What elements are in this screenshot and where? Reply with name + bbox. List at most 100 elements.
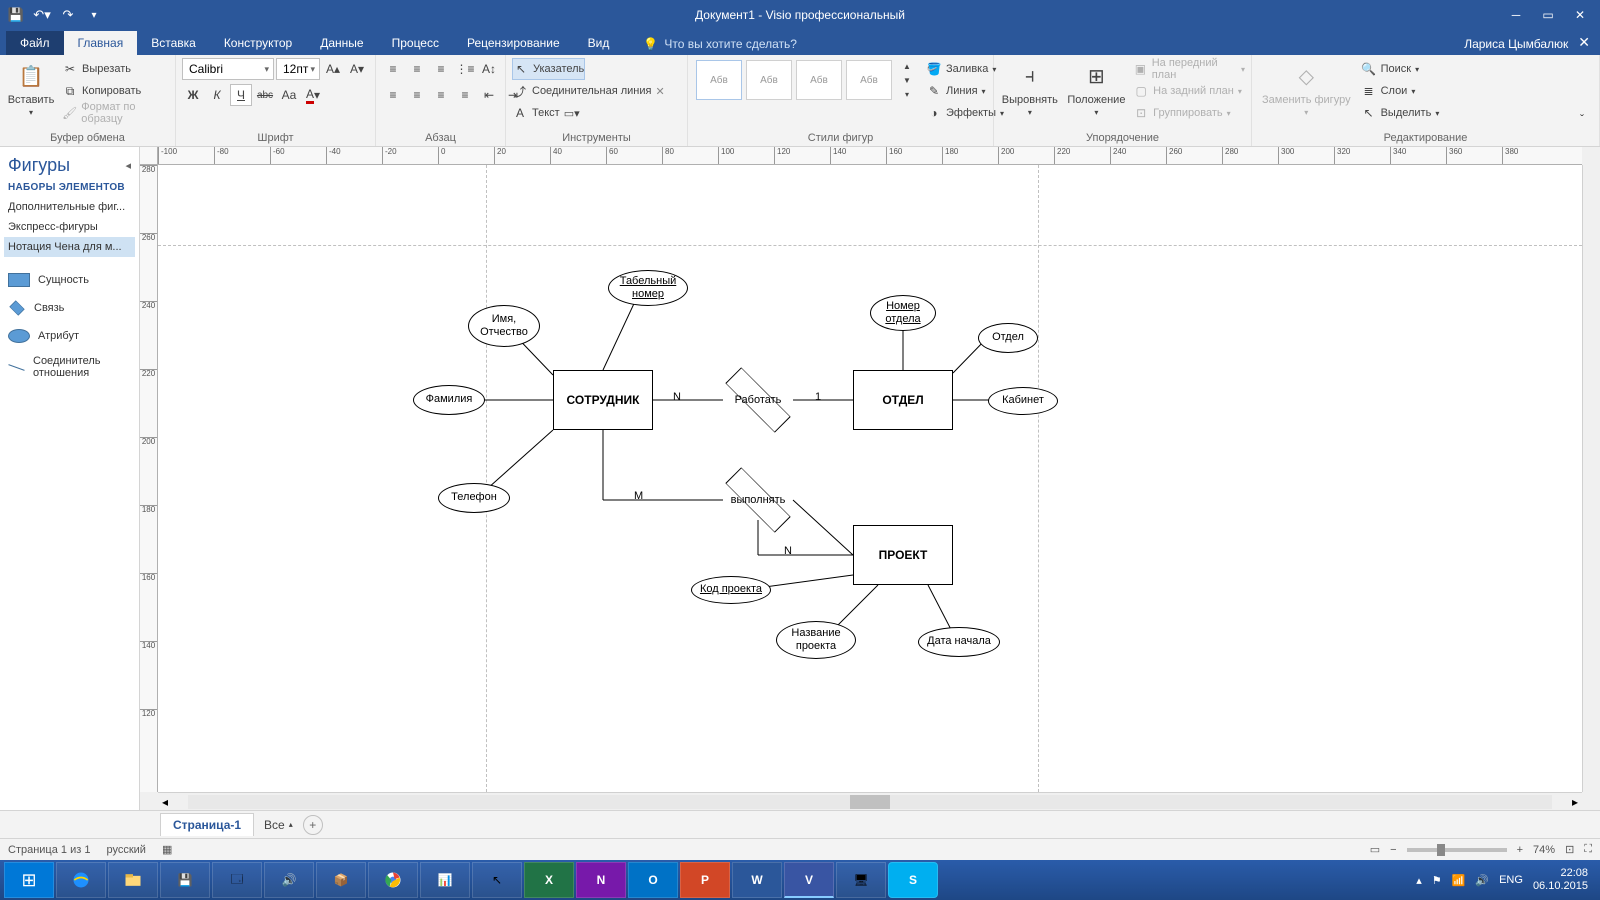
- cut-button[interactable]: ✂Вырезать: [62, 58, 169, 80]
- justify-button[interactable]: ≡: [454, 84, 476, 106]
- page-tab-all[interactable]: Все▴: [264, 818, 293, 832]
- taskbar-excel[interactable]: X: [524, 862, 574, 898]
- font-color-button[interactable]: A▾: [302, 84, 324, 106]
- effects-button[interactable]: ◑Эффекты▾: [926, 102, 1004, 124]
- drawing-canvas[interactable]: СОТРУДНИК ОТДЕЛ ПРОЕКТ Работать выполнят…: [158, 165, 1582, 792]
- layers-button[interactable]: ≣Слои▾: [1361, 80, 1440, 102]
- tab-process[interactable]: Процесс: [378, 31, 453, 55]
- taskbar-chrome[interactable]: [368, 862, 418, 898]
- tab-review[interactable]: Рецензирование: [453, 31, 574, 55]
- paste-button[interactable]: 📋 Вставить ▾: [6, 58, 56, 119]
- taskbar-skype[interactable]: S: [888, 862, 938, 898]
- taskbar-visio[interactable]: V: [784, 862, 834, 898]
- taskbar-ie[interactable]: [56, 862, 106, 898]
- position-button[interactable]: ⊞Положение▾: [1066, 58, 1127, 119]
- shrink-font-button[interactable]: A▾: [346, 58, 368, 80]
- tray-language[interactable]: ENG: [1499, 874, 1523, 886]
- tell-me-search[interactable]: 💡 Что вы хотите сделать?: [643, 37, 797, 55]
- presentation-mode-icon[interactable]: ▭: [1370, 843, 1380, 856]
- strike-button[interactable]: abc: [254, 84, 276, 106]
- taskbar-app2[interactable]: 🗔: [212, 862, 262, 898]
- shape-style-2[interactable]: Абв: [746, 60, 792, 100]
- stencil-quick[interactable]: Экспресс-фигуры: [4, 217, 135, 237]
- taskbar-app1[interactable]: 💾: [160, 862, 210, 898]
- align-top-button[interactable]: ≡: [382, 58, 404, 80]
- shape-style-1[interactable]: Абв: [696, 60, 742, 100]
- entity-employee[interactable]: СОТРУДНИК: [553, 370, 653, 430]
- copy-button[interactable]: ⧉Копировать: [62, 80, 169, 102]
- text-tool-button[interactable]: AТекст▭▾: [512, 102, 580, 124]
- tab-data[interactable]: Данные: [306, 31, 377, 55]
- vertical-scrollbar[interactable]: [1582, 165, 1600, 792]
- shape-entity[interactable]: Сущность: [4, 267, 135, 293]
- shape-style-3[interactable]: Абв: [796, 60, 842, 100]
- relation-work[interactable]: Работать: [723, 380, 793, 420]
- taskbar-explorer[interactable]: [108, 862, 158, 898]
- align-bottom-button[interactable]: ≡: [430, 58, 452, 80]
- taskbar-app4[interactable]: ↖: [472, 862, 522, 898]
- tray-up-icon[interactable]: ▴: [1416, 874, 1422, 887]
- zoom-slider[interactable]: [1407, 848, 1507, 852]
- taskbar-powerpoint[interactable]: P: [680, 862, 730, 898]
- start-button[interactable]: ⊞: [4, 862, 54, 898]
- align-center-button[interactable]: ≡: [406, 84, 428, 106]
- minimize-button[interactable]: ─: [1502, 4, 1530, 26]
- tab-view[interactable]: Вид: [574, 31, 624, 55]
- line-button[interactable]: ✎Линия▾: [926, 80, 1004, 102]
- taskbar-onenote[interactable]: N: [576, 862, 626, 898]
- send-back-button[interactable]: ▢На задний план▾: [1133, 80, 1245, 102]
- zoom-out-button[interactable]: −: [1390, 844, 1396, 856]
- ribbon-close-icon[interactable]: ✕: [1578, 34, 1600, 55]
- delete-connector-icon[interactable]: ✕: [655, 85, 664, 98]
- styles-more[interactable]: ▾: [896, 87, 918, 101]
- taskbar-sound[interactable]: 🔊: [264, 862, 314, 898]
- stencil-more[interactable]: Дополнительные фиг...: [4, 197, 135, 217]
- decrease-indent-button[interactable]: ⇤: [478, 84, 500, 106]
- attr-start-date[interactable]: Дата начала: [918, 627, 1000, 657]
- taskbar-vbox[interactable]: 📦: [316, 862, 366, 898]
- tray-network-icon[interactable]: 📶: [1452, 874, 1466, 887]
- stencil-chen[interactable]: Нотация Чена для м...: [4, 237, 135, 257]
- attr-project-code[interactable]: Код проекта: [691, 576, 771, 604]
- taskbar-app5[interactable]: 🖥: [836, 862, 886, 898]
- vertical-ruler[interactable]: 280260240220200180160140120: [140, 165, 158, 792]
- status-language[interactable]: русский: [106, 844, 145, 856]
- user-name[interactable]: Лариса Цымбалюк: [1464, 37, 1578, 55]
- macro-record-icon[interactable]: ▦: [162, 843, 172, 856]
- bullets-button[interactable]: ⋮≡: [454, 58, 476, 80]
- bring-front-button[interactable]: ▣На передний план▾: [1133, 58, 1245, 80]
- fill-button[interactable]: 🪣Заливка▾: [926, 58, 1004, 80]
- fit-page-icon[interactable]: ⊡: [1565, 843, 1574, 856]
- tab-insert[interactable]: Вставка: [137, 31, 210, 55]
- taskbar-outlook[interactable]: O: [628, 862, 678, 898]
- collapse-shapes-icon[interactable]: ◂: [125, 159, 131, 172]
- styles-scroll-up[interactable]: ▲: [896, 59, 918, 73]
- shape-connector[interactable]: Соединитель отношения: [4, 349, 135, 385]
- attr-phone[interactable]: Телефон: [438, 483, 510, 513]
- attr-project-name[interactable]: Название проекта: [776, 621, 856, 659]
- pointer-tool-button[interactable]: ↖Указатель: [512, 58, 585, 80]
- entity-department[interactable]: ОТДЕЛ: [853, 370, 953, 430]
- grow-font-button[interactable]: A▴: [322, 58, 344, 80]
- save-icon[interactable]: 💾: [8, 7, 24, 23]
- attr-dept-number[interactable]: Номер отдела: [870, 295, 936, 331]
- tab-home[interactable]: Главная: [64, 31, 138, 55]
- horizontal-ruler[interactable]: -100-80-60-40-20020406080100120140160180…: [158, 147, 1582, 165]
- tray-flag-icon[interactable]: ⚑: [1432, 874, 1442, 887]
- font-size-combo[interactable]: 12пт: [276, 58, 320, 80]
- align-right-button[interactable]: ≡: [430, 84, 452, 106]
- fullscreen-icon[interactable]: ⛶: [1584, 843, 1592, 856]
- zoom-level[interactable]: 74%: [1533, 844, 1555, 856]
- horizontal-scrollbar[interactable]: ◂ ▸: [158, 792, 1582, 810]
- scroll-right-icon[interactable]: ▸: [1568, 795, 1582, 809]
- shape-relation[interactable]: Связь: [4, 293, 135, 323]
- underline-button[interactable]: Ч: [230, 84, 252, 106]
- maximize-button[interactable]: ▭: [1534, 4, 1562, 26]
- rectangle-tool-icon[interactable]: ▭▾: [564, 107, 580, 120]
- add-page-button[interactable]: +: [303, 815, 323, 835]
- tray-clock[interactable]: 22:08 06.10.2015: [1533, 867, 1588, 893]
- taskbar-word[interactable]: W: [732, 862, 782, 898]
- tray-volume-icon[interactable]: 🔊: [1475, 874, 1489, 887]
- align-left-button[interactable]: ≡: [382, 84, 404, 106]
- change-case-button[interactable]: Aa: [278, 84, 300, 106]
